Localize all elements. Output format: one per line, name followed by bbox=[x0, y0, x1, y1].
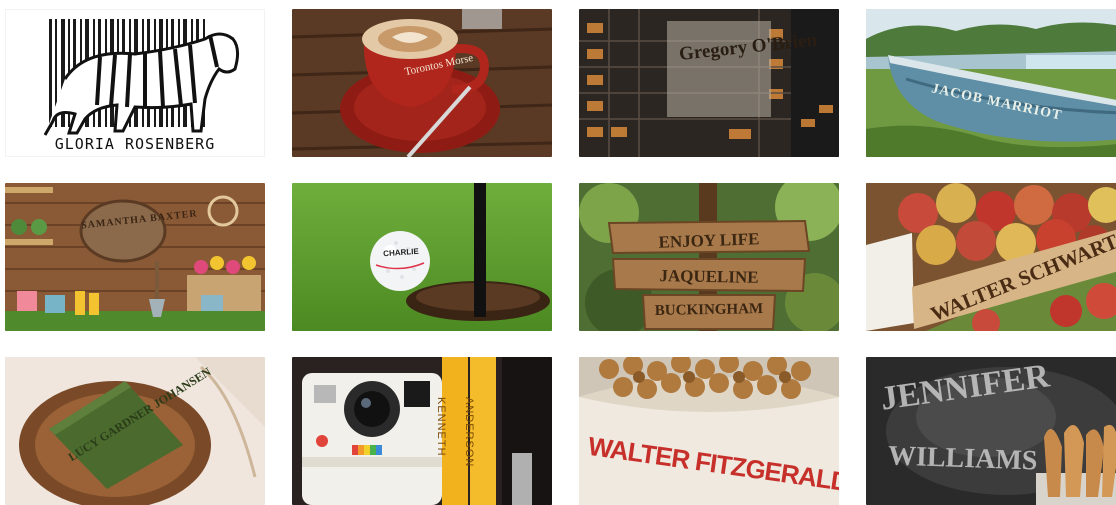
garden-sign-image bbox=[5, 183, 265, 331]
tile-name-label: GLORIA ROSENBERG bbox=[54, 135, 216, 153]
tile-name-label: JAQUELINE bbox=[659, 266, 759, 287]
gallery-tile-wooden-signpost[interactable]: ENJOY LIFE JAQUELINE BUCKINGHAM bbox=[579, 183, 839, 331]
gallery-tile-olive-soap[interactable]: LUCY GARDNER JOHANSEN bbox=[5, 357, 265, 505]
gallery-tile-flour-chalkboard[interactable]: JENNIFER WILLIAMS bbox=[866, 357, 1116, 505]
gallery-tile-building-facade[interactable]: Gregory O'Brien bbox=[579, 9, 839, 157]
gallery-tile-old-boat[interactable]: JACOB MARRIOT bbox=[866, 9, 1116, 157]
tile-name-label: BUCKINGHAM bbox=[654, 301, 764, 319]
golf-ball-image bbox=[292, 183, 552, 331]
gallery-tile-coffee-cup[interactable]: Torontos Morse bbox=[292, 9, 552, 157]
olive-soap-image bbox=[5, 357, 265, 505]
gallery-tile-golf-ball[interactable]: CHARLIE bbox=[292, 183, 552, 331]
camera-books-image bbox=[292, 357, 552, 505]
tile-name-label: KENNETH bbox=[435, 397, 447, 457]
gallery-tile-camera-books[interactable]: KENNETH ANDERSON bbox=[292, 357, 552, 505]
gallery-tile-garden-sign[interactable]: SAMANTHA BAXTER bbox=[5, 183, 265, 331]
gallery-tile-apple-crate[interactable]: WALTER SCHWARTZ bbox=[866, 183, 1116, 331]
gallery-tile-walnut-sack[interactable]: WALTER FITZGERALD bbox=[579, 357, 839, 505]
tile-name-label: ANDERSON bbox=[463, 397, 475, 468]
coffee-cup-image bbox=[292, 9, 552, 157]
photo-gallery-grid: GLORIA ROSENBERG Torontos Morse Gregory … bbox=[5, 9, 1116, 505]
gallery-tile-zebra-barcode[interactable]: GLORIA ROSENBERG bbox=[5, 9, 265, 157]
old-boat-image bbox=[866, 9, 1116, 157]
tile-name-label: WILLIAMS bbox=[887, 440, 1038, 477]
